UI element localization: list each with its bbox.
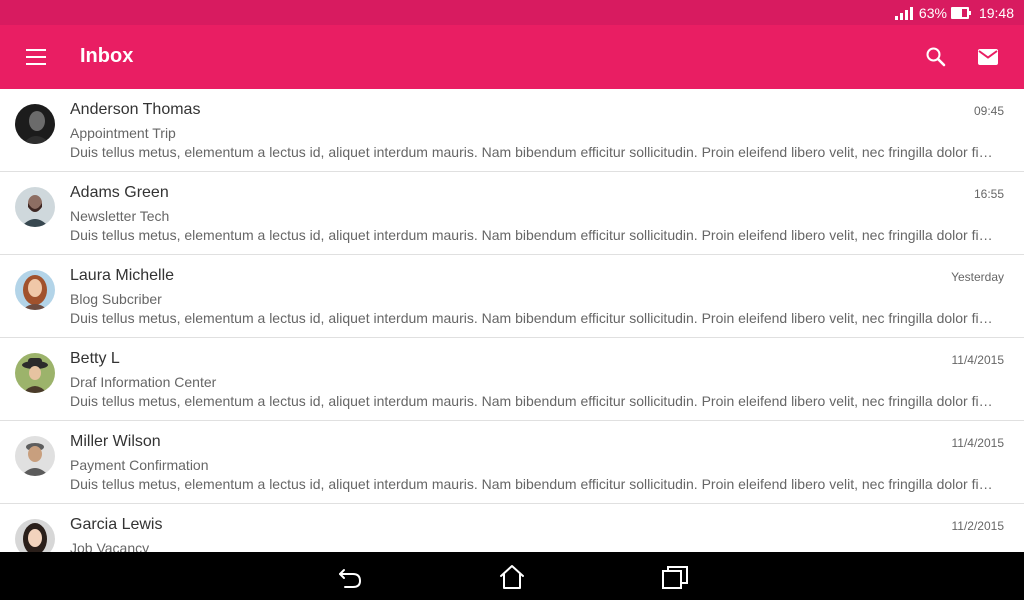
clock: 19:48: [978, 4, 1014, 21]
message-time: 16:55: [973, 187, 1004, 201]
message-preview: Duis tellus metus, elementum a lectus id…: [70, 310, 1000, 326]
navigation-bar: [0, 552, 1024, 600]
message-preview: Duis tellus metus, elementum a lectus id…: [70, 476, 1000, 492]
message-preview: Duis tellus metus, elementum a lectus id…: [70, 144, 1000, 160]
battery-icon: [950, 6, 971, 19]
message-preview: Duis tellus metus, elementum a lectus id…: [70, 227, 1000, 243]
page-title: Inbox: [80, 45, 134, 67]
battery-percent: 63%: [918, 4, 947, 21]
sender-name: Anderson Thomas: [70, 101, 201, 118]
avatar: [15, 104, 55, 144]
message-time: 11/2/2015: [951, 519, 1005, 533]
sender-name: Betty L: [70, 350, 120, 367]
avatar: [15, 353, 55, 393]
search-icon[interactable]: [924, 45, 948, 69]
sender-name: Miller Wilson: [70, 433, 161, 450]
signal-icon: [894, 6, 913, 20]
status-bar: 63% 19:48: [0, 0, 1024, 25]
back-icon[interactable]: [335, 562, 365, 592]
avatar: [15, 187, 55, 227]
recents-icon[interactable]: [660, 562, 690, 592]
avatar: [15, 519, 55, 552]
message-row[interactable]: Garcia Lewis 11/2/2015 Job Vacancy: [0, 504, 1024, 552]
message-row[interactable]: Laura Michelle Yesterday Blog Subcriber …: [0, 255, 1024, 338]
home-icon[interactable]: [497, 562, 527, 592]
message-row[interactable]: Adams Green 16:55 Newsletter Tech Duis t…: [0, 172, 1024, 255]
message-time: 09:45: [973, 104, 1004, 118]
message-subject: Job Vacancy: [70, 540, 150, 552]
avatar: [15, 436, 55, 476]
message-subject: Draf Information Center: [70, 374, 217, 390]
message-row[interactable]: Miller Wilson 11/4/2015 Payment Confirma…: [0, 421, 1024, 504]
message-time: Yesterday: [951, 270, 1004, 284]
message-subject: Appointment Trip: [70, 125, 176, 141]
message-subject: Payment Confirmation: [70, 457, 209, 473]
message-time: 11/4/2015: [951, 436, 1005, 450]
sender-name: Adams Green: [70, 184, 169, 201]
message-time: 11/4/2015: [951, 353, 1005, 367]
app-bar: Inbox: [0, 25, 1024, 89]
message-row[interactable]: Anderson Thomas 09:45 Appointment Trip D…: [0, 89, 1024, 172]
message-subject: Blog Subcriber: [70, 291, 162, 307]
message-preview: Duis tellus metus, elementum a lectus id…: [70, 393, 1000, 409]
sender-name: Garcia Lewis: [70, 516, 163, 533]
mail-icon[interactable]: [976, 45, 1000, 69]
sender-name: Laura Michelle: [70, 267, 175, 284]
message-row[interactable]: Betty L 11/4/2015 Draf Information Cente…: [0, 338, 1024, 421]
menu-icon[interactable]: [26, 49, 46, 65]
message-subject: Newsletter Tech: [70, 208, 170, 224]
message-list[interactable]: Anderson Thomas 09:45 Appointment Trip D…: [0, 89, 1024, 552]
avatar: [15, 270, 55, 310]
